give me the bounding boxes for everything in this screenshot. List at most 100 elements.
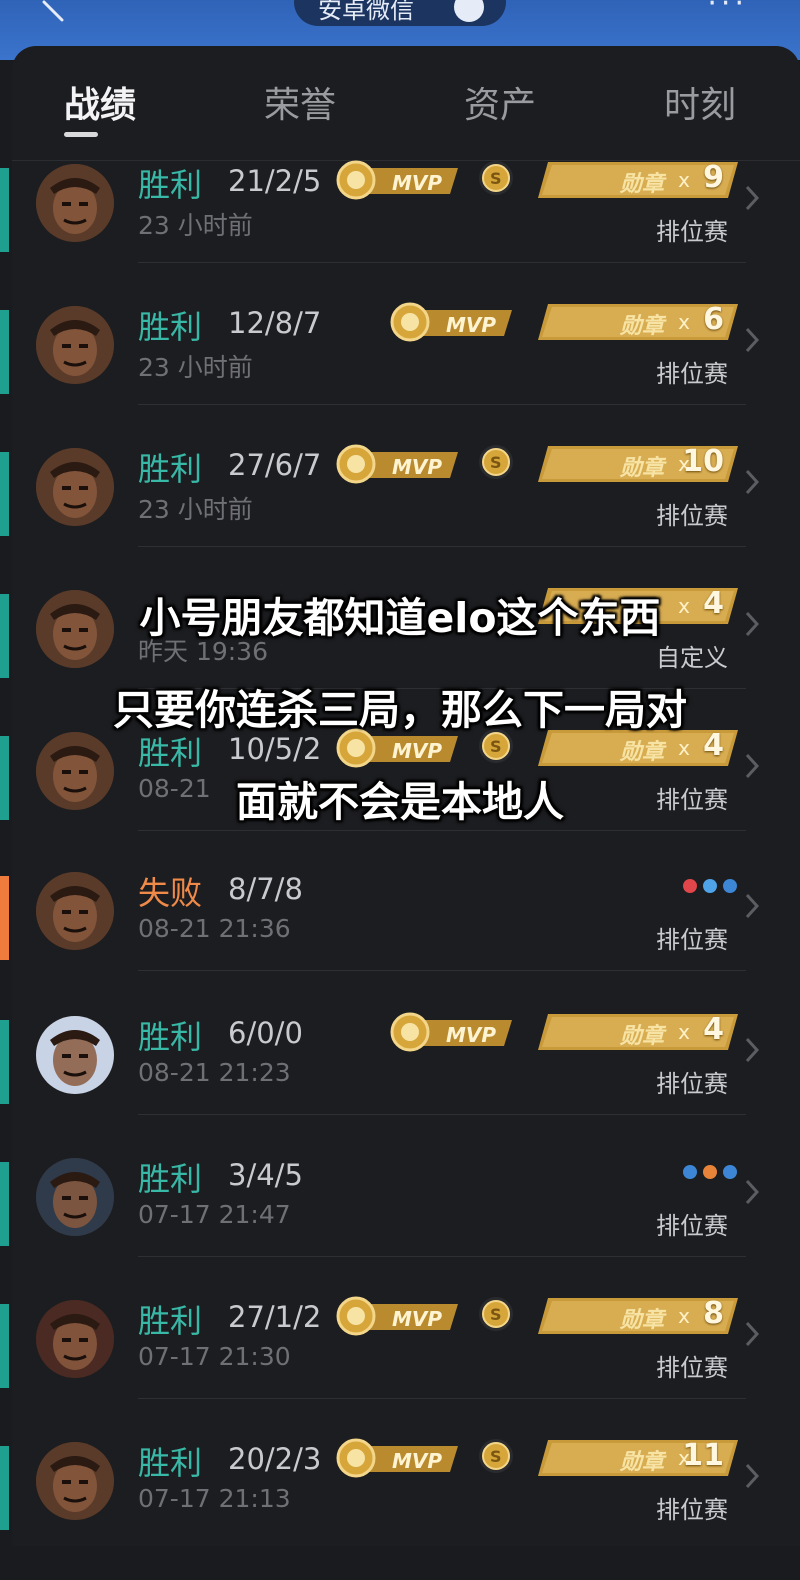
match-time: 23 小时前 <box>138 211 253 240</box>
medal-label: 勋章 <box>620 1450 665 1475</box>
match-result: 胜利 <box>138 1160 203 1198</box>
medal-count: 4 <box>703 1012 724 1047</box>
server-label: 安卓微信 <box>318 0 414 24</box>
match-time: 07-17 21:30 <box>138 1342 291 1371</box>
kda-score: 27/1/2 <box>228 1300 322 1334</box>
video-caption: 小号朋友都知道elo这个东西 只要你连杀三局，那么下一局对 面就不会是本地人 <box>0 572 800 848</box>
kda-score: 6/0/0 <box>228 1016 303 1050</box>
switch-arrow-icon <box>454 0 484 22</box>
mvp-badge-icon: MVP <box>336 1438 458 1478</box>
row-divider <box>138 546 746 547</box>
medal-label: 勋章 <box>620 1024 665 1049</box>
mvp-badge-icon: MVP <box>336 160 458 200</box>
back-arrow-icon[interactable] <box>40 0 70 24</box>
match-row[interactable]: 胜利 20/2/3 07-17 21:13 排位赛 MVP S 勋章 x 11 <box>0 1438 800 1580</box>
hero-avatar <box>36 1016 114 1094</box>
hero-avatar <box>36 872 114 950</box>
match-mode: 排位赛 <box>656 1070 728 1098</box>
match-row[interactable]: 胜利 27/1/2 07-17 21:30 排位赛 MVP S 勋章 x 8 <box>0 1296 800 1438</box>
hero-avatar <box>36 1442 114 1520</box>
mvp-label: MVP <box>392 171 442 195</box>
medal-multiplier: x <box>678 1020 690 1044</box>
chevron-right-icon <box>745 327 760 353</box>
match-row[interactable]: 胜利 3/4/5 07-17 21:47 排位赛 <box>0 1154 800 1296</box>
coin-label: S <box>490 1305 502 1324</box>
match-mode: 排位赛 <box>656 218 728 246</box>
hero-avatar <box>36 448 114 526</box>
match-row[interactable]: 失败 8/7/8 08-21 21:36 排位赛 <box>0 868 800 1010</box>
tab-record[interactable]: 战绩 <box>30 76 170 128</box>
match-time: 08-21 21:23 <box>138 1058 291 1087</box>
match-result: 胜利 <box>138 1302 203 1340</box>
match-mode: 排位赛 <box>656 926 728 954</box>
match-result: 胜利 <box>138 166 203 204</box>
medal-count: 11 <box>682 1438 724 1473</box>
medal-multiplier: x <box>678 310 690 334</box>
coin-label: S <box>490 169 502 188</box>
mvp-badge-icon: MVP <box>336 1296 458 1336</box>
row-divider <box>138 970 746 971</box>
chevron-right-icon <box>745 1463 760 1489</box>
match-row[interactable]: 胜利 6/0/0 08-21 21:23 排位赛 MVP 勋章 x 4 <box>0 1012 800 1154</box>
coin-icon: S <box>479 161 513 195</box>
match-result: 胜利 <box>138 1444 203 1482</box>
result-indicator-bar <box>0 310 9 394</box>
mvp-badge-icon: MVP <box>390 1012 512 1052</box>
medal-badge: 勋章 x 6 <box>538 302 738 340</box>
mvp-label: MVP <box>392 455 442 479</box>
match-result: 胜利 <box>138 308 203 346</box>
chevron-right-icon <box>745 1179 760 1205</box>
chevron-right-icon <box>745 185 760 211</box>
coin-icon: S <box>479 445 513 479</box>
match-mode: 排位赛 <box>656 1212 728 1240</box>
medal-badge: 勋章 x 11 <box>538 1438 738 1476</box>
caption-line: 面就不会是本地人 <box>236 778 564 826</box>
result-indicator-bar <box>0 168 9 252</box>
result-indicator-bar <box>0 1304 9 1388</box>
hero-avatar <box>36 1300 114 1378</box>
match-time: 08-21 21:36 <box>138 914 291 943</box>
kda-score: 27/6/7 <box>228 448 322 482</box>
medal-count: 10 <box>682 444 724 479</box>
more-menu-icon[interactable]: ··· <box>707 0 748 21</box>
kda-score: 3/4/5 <box>228 1158 303 1192</box>
match-row[interactable]: 胜利 21/2/5 23 小时前 排位赛 MVP S 勋章 x 9 <box>0 160 800 302</box>
kda-score: 8/7/8 <box>228 872 303 906</box>
medal-label: 勋章 <box>620 172 665 197</box>
medal-label: 勋章 <box>620 314 665 339</box>
tab-bar: 战绩 荣誉 资产 时刻 <box>12 46 800 161</box>
medal-count: 6 <box>703 302 724 337</box>
medal-multiplier: x <box>678 168 690 192</box>
medal-multiplier: x <box>678 1304 690 1328</box>
tab-moments[interactable]: 时刻 <box>630 76 770 128</box>
row-divider <box>138 404 746 405</box>
chevron-right-icon <box>745 1321 760 1347</box>
mvp-badge-icon: MVP <box>336 444 458 484</box>
result-indicator-bar <box>0 452 9 536</box>
achievement-icons <box>683 879 737 893</box>
chevron-right-icon <box>745 469 760 495</box>
medal-count: 9 <box>703 160 724 195</box>
result-indicator-bar <box>0 1020 9 1104</box>
row-divider <box>138 1256 746 1257</box>
match-mode: 排位赛 <box>656 1354 728 1382</box>
match-row[interactable]: 胜利 27/6/7 23 小时前 排位赛 MVP S 勋章 x 10 <box>0 444 800 586</box>
active-tab-indicator <box>64 132 98 137</box>
tab-honor[interactable]: 荣誉 <box>230 76 370 128</box>
tab-assets[interactable]: 资产 <box>430 76 570 128</box>
chevron-right-icon <box>745 893 760 919</box>
coin-label: S <box>490 1447 502 1466</box>
match-mode: 排位赛 <box>656 360 728 388</box>
hero-avatar <box>36 164 114 242</box>
medal-badge: 勋章 x 9 <box>538 160 738 198</box>
caption-line: 小号朋友都知道elo这个东西 <box>139 594 661 642</box>
result-indicator-bar <box>0 876 9 960</box>
mvp-label: MVP <box>392 1449 442 1473</box>
server-switch-pill[interactable]: 安卓微信 <box>294 0 506 26</box>
match-time: 07-17 21:47 <box>138 1200 291 1229</box>
match-mode: 排位赛 <box>656 1496 728 1524</box>
achievement-icons <box>683 1165 737 1179</box>
medal-badge: 勋章 x 10 <box>538 444 738 482</box>
match-row[interactable]: 胜利 12/8/7 23 小时前 排位赛 MVP 勋章 x 6 <box>0 302 800 444</box>
mvp-badge-icon: MVP <box>390 302 512 342</box>
